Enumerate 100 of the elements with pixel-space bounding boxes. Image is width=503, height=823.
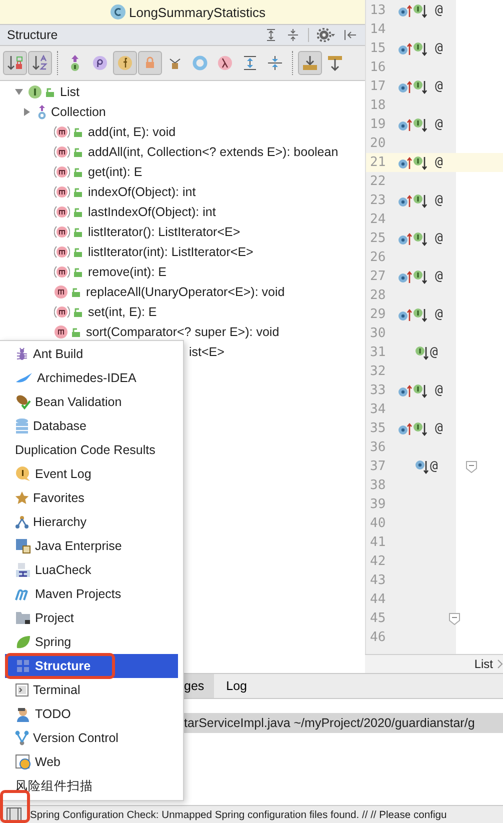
overridden-icon[interactable] <box>415 460 429 474</box>
menu-item[interactable]: Terminal <box>5 678 178 702</box>
sort-alphabetically-button[interactable] <box>28 51 52 75</box>
collapsed-arrow-icon[interactable] <box>22 107 32 117</box>
method-signature[interactable]: lastIndexOf(Object): int <box>88 205 216 219</box>
menu-item[interactable]: Maven Projects <box>5 582 178 606</box>
annotation-marker[interactable]: @ <box>435 117 443 132</box>
method-signature[interactable]: add(int, E): void <box>88 125 176 139</box>
tree-item[interactable]: List <box>60 85 80 99</box>
structure-icon <box>15 658 31 674</box>
menu-item[interactable]: Ant Build <box>5 342 178 366</box>
speech-bubble-icon <box>15 466 31 482</box>
chevron-icon <box>497 659 503 670</box>
method-signature[interactable]: ist<E> <box>189 345 224 359</box>
panel-tab[interactable]: ges <box>183 674 214 698</box>
annotation-marker[interactable]: @ <box>435 193 443 208</box>
menu-item[interactable]: TODO <box>5 702 178 726</box>
line-number: 13 <box>369 3 387 18</box>
menu-item[interactable]: Duplication Code Results <box>5 438 178 462</box>
method-signature[interactable]: replaceAll(UnaryOperator<E>): void <box>86 285 285 299</box>
menu-item[interactable]: Spring <box>5 630 178 654</box>
line-number: 44 <box>369 592 387 607</box>
method-signature[interactable]: set(int, E): E <box>88 305 157 319</box>
class-icon <box>110 4 126 20</box>
panel-title: Structure <box>7 28 59 42</box>
method-signature[interactable]: addAll(int, Collection<? extends E>): boolean <box>88 145 338 159</box>
line-number: 39 <box>369 497 387 512</box>
menu-item[interactable]: Hierarchy <box>5 510 178 534</box>
implemented-icon[interactable] <box>415 346 429 360</box>
line-number: 45 <box>369 611 387 626</box>
menu-item[interactable]: Favorites <box>5 486 178 510</box>
java-enterprise-icon <box>15 538 31 554</box>
abstract-method-icon <box>54 225 70 239</box>
fold-marker-icon[interactable] <box>448 612 460 624</box>
line-number: 22 <box>369 174 387 189</box>
collapse-all-icon <box>267 55 283 71</box>
hierarchy-icon <box>15 515 29 529</box>
sort-by-visibility-icon <box>6 54 24 72</box>
method-signature[interactable]: get(int): E <box>88 165 142 179</box>
changed-file-row[interactable]: tarServiceImpl.java ~/myProject/2020/guardianstar/g <box>184 713 503 733</box>
abstract-method-icon <box>54 265 70 279</box>
line-number: 29 <box>369 307 387 322</box>
annotation-marker[interactable]: @ <box>435 307 443 322</box>
annotation-marker[interactable]: @ <box>435 3 443 18</box>
annotation-marker[interactable]: @ <box>435 79 443 94</box>
annotation-marker[interactable]: @ <box>435 155 443 170</box>
lock-icon <box>144 56 156 70</box>
method-icon <box>54 285 68 299</box>
menu-item[interactable]: Archimedes-IDEA <box>5 366 178 390</box>
menu-item[interactable]: Version Control <box>5 726 178 750</box>
abstract-method-icon <box>54 185 70 199</box>
method-signature[interactable]: listIterator(int): ListIterator<E> <box>88 245 254 259</box>
line-number: 37 <box>369 459 387 474</box>
menu-item[interactable]: Database <box>5 414 178 438</box>
settings-button[interactable] <box>315 26 337 44</box>
breadcrumb[interactable]: List <box>474 657 493 672</box>
method-signature[interactable]: listIterator(): ListIterator<E> <box>88 225 240 239</box>
line-number: 18 <box>369 98 387 113</box>
annotation-marker[interactable]: @ <box>435 269 443 284</box>
web-icon <box>15 754 31 770</box>
line-number: 31 <box>369 345 387 360</box>
abstract-method-icon <box>54 125 70 139</box>
annotation-outline <box>0 790 30 823</box>
method-signature[interactable]: sort(Comparator<? super E>): void <box>86 325 280 339</box>
menu-item[interactable]: LuaCheck <box>5 558 178 582</box>
menu-item[interactable]: Web <box>5 750 178 774</box>
fold-marker-icon[interactable] <box>466 460 476 472</box>
leaf-icon <box>15 634 31 650</box>
line-number: 38 <box>369 478 387 493</box>
fields-icon <box>117 55 133 71</box>
method-signature[interactable]: remove(int): E <box>88 265 166 279</box>
menu-item[interactable]: Java Enterprise <box>5 534 178 558</box>
anonymous-class-icon <box>168 56 182 70</box>
line-number: 42 <box>369 554 387 569</box>
annotation-marker[interactable]: @ <box>435 383 443 398</box>
menu-item[interactable]: Project <box>5 606 178 630</box>
annotation-marker[interactable]: @ <box>435 41 443 56</box>
annotation-marker[interactable]: @ <box>435 231 443 246</box>
annotation-marker[interactable]: @ <box>435 421 443 436</box>
tree-item[interactable]: Collection <box>51 105 106 119</box>
show-inherited-icon <box>68 54 82 72</box>
sort-by-visibility-button[interactable] <box>3 51 27 75</box>
line-number: 34 <box>369 402 387 417</box>
lambda-icon <box>217 55 233 71</box>
line-number: 30 <box>369 326 387 341</box>
abstract-method-icon <box>54 305 70 319</box>
properties-icon <box>92 55 108 71</box>
annotation-marker[interactable]: @ <box>430 345 438 360</box>
public-icon <box>73 186 83 198</box>
expanded-arrow-icon[interactable] <box>14 87 24 97</box>
autoscroll-to-source-button[interactable] <box>298 51 322 75</box>
line-number: 19 <box>369 117 387 132</box>
line-number: 15 <box>369 41 387 56</box>
annotation-marker[interactable]: @ <box>430 459 438 474</box>
show-fields-button[interactable] <box>113 51 137 75</box>
method-icon <box>54 325 68 339</box>
panel-tab[interactable]: Log <box>214 674 258 698</box>
menu-item[interactable]: Bean Validation <box>5 390 178 414</box>
method-signature[interactable]: indexOf(Object): int <box>88 185 196 199</box>
menu-item[interactable]: Event Log <box>5 462 178 486</box>
